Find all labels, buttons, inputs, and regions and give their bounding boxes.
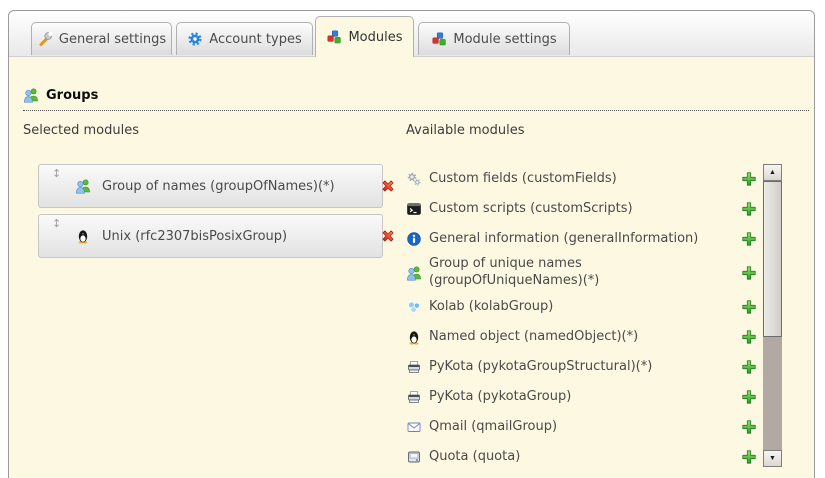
scrollbar-thumb[interactable] [763, 181, 782, 337]
available-module-row: Custom scripts (customScripts) [406, 194, 757, 224]
custom-fields-gears-icon [406, 171, 422, 187]
available-module-label: General information (generalInformation) [429, 231, 741, 248]
add-module-button[interactable] [741, 299, 757, 315]
add-module-button[interactable] [741, 359, 757, 375]
available-module-row: Kolab (kolabGroup) [406, 292, 757, 322]
group-of-names-icon [75, 178, 91, 194]
modules-blocks-icon [326, 29, 342, 45]
gear-icon [187, 31, 203, 47]
selected-module-label: Unix (rfc2307bisPosixGroup) [102, 229, 287, 244]
disk-icon [406, 449, 422, 465]
plus-icon [741, 389, 757, 405]
groups-section-header: Groups [23, 87, 809, 111]
remove-module-button[interactable] [344, 178, 360, 194]
drag-handle-icon[interactable]: ↕ [52, 218, 61, 229]
add-module-button[interactable] [741, 389, 757, 405]
add-module-button[interactable] [741, 201, 757, 217]
selected-modules-label: Selected modules [23, 123, 139, 138]
tab-label: Module settings [453, 32, 556, 47]
section-title: Groups [46, 88, 98, 103]
selected-module-item[interactable]: ↕ Unix (rfc2307bisPosixGroup) [38, 214, 383, 258]
scroll-up-button[interactable]: ▲ [763, 164, 782, 181]
available-modules-list: Custom fields (customFields) Custom scri… [406, 164, 757, 472]
add-module-button[interactable] [741, 171, 757, 187]
groups-icon [406, 265, 422, 281]
available-module-row: Group of unique names (groupOfUniqueName… [406, 254, 757, 292]
add-module-button[interactable] [741, 231, 757, 247]
add-module-button[interactable] [741, 329, 757, 345]
tab-label: Modules [348, 30, 402, 45]
available-module-label: Group of unique names (groupOfUniqueName… [429, 256, 741, 290]
available-modules-scrollbar: ▲ ▼ [763, 164, 782, 467]
plus-icon [741, 231, 757, 247]
terminal-icon [406, 201, 422, 217]
tab-module-settings[interactable]: Module settings [418, 22, 570, 55]
available-modules-label: Available modules [406, 123, 524, 138]
add-module-button[interactable] [741, 449, 757, 465]
plus-icon [741, 299, 757, 315]
scroll-down-button[interactable]: ▼ [763, 450, 782, 467]
available-module-row: Custom fields (customFields) [406, 164, 757, 194]
available-module-row: Quota (quota) [406, 442, 757, 472]
available-module-label: Custom scripts (customScripts) [429, 201, 741, 218]
add-module-button[interactable] [741, 419, 757, 435]
selected-module-item[interactable]: ↕ Group of names (groupOfNames)(*) [38, 164, 383, 208]
available-module-row: Named object (namedObject)(*) [406, 322, 757, 352]
envelope-icon [406, 419, 422, 435]
drag-handle-icon[interactable]: ↕ [52, 168, 61, 179]
plus-icon [741, 329, 757, 345]
plus-icon [741, 171, 757, 187]
tab-label: Account types [209, 32, 301, 47]
kolab-icon [406, 299, 422, 315]
available-module-label: Quota (quota) [429, 449, 741, 466]
lam-configuration-window: General settings Account types Modules M… [0, 0, 825, 478]
delete-x-icon [380, 228, 396, 244]
available-module-label: Custom fields (customFields) [429, 171, 741, 188]
groups-icon [23, 87, 39, 103]
plus-icon [741, 359, 757, 375]
settings-panel: General settings Account types Modules M… [8, 10, 815, 478]
printer-icon [406, 359, 422, 375]
unix-tux-icon [406, 329, 422, 345]
available-module-row: PyKota (pykotaGroup) [406, 382, 757, 412]
tab-account-types[interactable]: Account types [176, 22, 313, 55]
tab-label: General settings [59, 32, 166, 47]
tab-modules[interactable]: Modules [315, 16, 414, 57]
tab-bar: General settings Account types Modules M… [9, 11, 814, 57]
modules-blocks-icon [431, 31, 447, 47]
available-module-row: PyKota (pykotaGroupStructural)(*) [406, 352, 757, 382]
delete-x-icon [380, 178, 396, 194]
plus-icon [741, 419, 757, 435]
remove-module-button[interactable] [344, 228, 360, 244]
selected-module-label: Group of names (groupOfNames)(*) [102, 179, 335, 194]
available-module-label: PyKota (pykotaGroupStructural)(*) [429, 359, 741, 376]
available-module-row: Qmail (qmailGroup) [406, 412, 757, 442]
plus-icon [741, 449, 757, 465]
plus-icon [741, 265, 757, 281]
unix-tux-icon [75, 228, 91, 244]
available-module-row: General information (generalInformation) [406, 224, 757, 254]
info-icon [406, 231, 422, 247]
printer-icon [406, 389, 422, 405]
available-module-label: Kolab (kolabGroup) [429, 299, 741, 316]
plus-icon [741, 201, 757, 217]
available-module-label: Named object (namedObject)(*) [429, 329, 741, 346]
wrench-icon [37, 31, 53, 47]
available-module-label: Qmail (qmailGroup) [429, 419, 741, 436]
available-module-label: PyKota (pykotaGroup) [429, 389, 741, 406]
tab-general-settings[interactable]: General settings [31, 22, 172, 55]
add-module-button[interactable] [741, 265, 757, 281]
